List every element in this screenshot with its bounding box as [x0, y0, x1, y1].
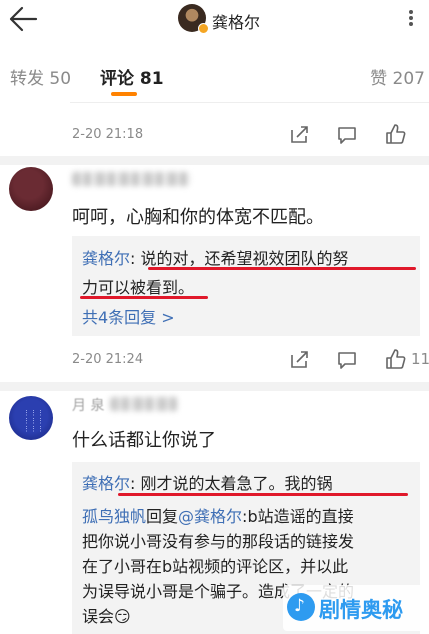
arrow-left-icon[interactable] — [8, 6, 38, 32]
reply-text: : 刚才说的太着急了。我的锅 — [130, 474, 333, 493]
page-title[interactable]: 龚格尔 — [212, 9, 260, 33]
reply-text: :b站造谣的直接 — [242, 507, 354, 526]
avatar[interactable] — [9, 167, 53, 211]
verified-badge-icon — [198, 23, 209, 34]
comment-icon[interactable] — [336, 124, 358, 146]
reply-box[interactable]: 龚格尔: 说的对，还希望视效团队的努 力可以被看到。 共4条回复 > — [72, 236, 420, 336]
share-icon[interactable] — [288, 349, 310, 371]
reply-line: 龚格尔: 说的对，还希望视效团队的努 — [82, 245, 349, 269]
watermark-logo-glyph: ♪ — [294, 596, 305, 616]
reply-text: 把你说小哥没有参与的那段话的链接发 — [82, 532, 355, 551]
avatar-pattern-icon: ⋮⋮⋮ ⋮⋮⋮ ⋮⋮⋮ — [23, 409, 44, 433]
red-annotation-line — [118, 493, 408, 496]
divider — [70, 102, 429, 103]
blurred-username[interactable] — [72, 172, 190, 186]
reply-text: 回复 — [146, 507, 179, 526]
like-count: 11 — [411, 350, 429, 368]
section-divider — [0, 156, 429, 165]
tab-like[interactable]: 赞 207 — [370, 64, 425, 89]
red-annotation-line — [80, 296, 208, 299]
like-icon[interactable] — [384, 348, 406, 370]
top-bar: 龚格尔 — [0, 0, 429, 40]
tab-repost[interactable]: 转发 50 — [10, 64, 71, 89]
watermark: ♪ 剧情奥秘 — [283, 585, 429, 631]
reply-author-link[interactable]: 龚格尔 — [82, 474, 130, 493]
red-annotation-line — [148, 267, 416, 270]
comment-icon[interactable] — [336, 349, 358, 371]
reply-text: 在了小哥在b站视频的评论区，并以此 — [82, 557, 349, 576]
comment-text: 什么话都让你说了 — [72, 430, 216, 451]
reply-line: 龚格尔: 刚才说的太着急了。我的锅 — [82, 470, 333, 494]
more-replies-link[interactable]: 共4条回复 > — [82, 304, 175, 328]
avatar[interactable] — [178, 4, 209, 34]
username-partial[interactable]: 月 泉 — [72, 395, 104, 415]
like-icon[interactable] — [384, 123, 406, 145]
tab-comment[interactable]: 评论 81 — [100, 64, 164, 89]
blurred-username — [110, 397, 178, 411]
comment-text: 呵呵，心胸和你的体宽不匹配。 — [72, 207, 324, 228]
section-divider — [0, 382, 429, 391]
avatar[interactable]: ⋮⋮⋮ ⋮⋮⋮ ⋮⋮⋮ — [9, 396, 53, 440]
more-dots-icon[interactable] — [401, 8, 421, 28]
mention-link[interactable]: @龚格尔 — [178, 507, 242, 526]
reply-author-link[interactable]: 孤鸟独帆 — [82, 507, 146, 526]
reply-text: : 说的对，还希望视效团队的努 — [130, 249, 349, 268]
music-note-logo-icon: ♪ — [287, 593, 315, 621]
watermark-text: 剧情奥秘 — [319, 598, 403, 622]
timestamp: 2-20 21:24 — [72, 352, 144, 367]
reply-author-link[interactable]: 龚格尔 — [82, 249, 130, 268]
share-icon[interactable] — [288, 124, 310, 146]
reply-text: 力可以被看到。 — [82, 278, 195, 297]
active-tab-indicator — [111, 92, 137, 96]
reply-line: 孤鸟独帆回复@龚格尔:b站造谣的直接 — [82, 503, 354, 527]
tab-bar: 转发 50 评论 81 赞 207 — [0, 40, 429, 100]
reply-text: 误会😏 — [82, 607, 131, 626]
timestamp: 2-20 21:18 — [72, 127, 144, 142]
